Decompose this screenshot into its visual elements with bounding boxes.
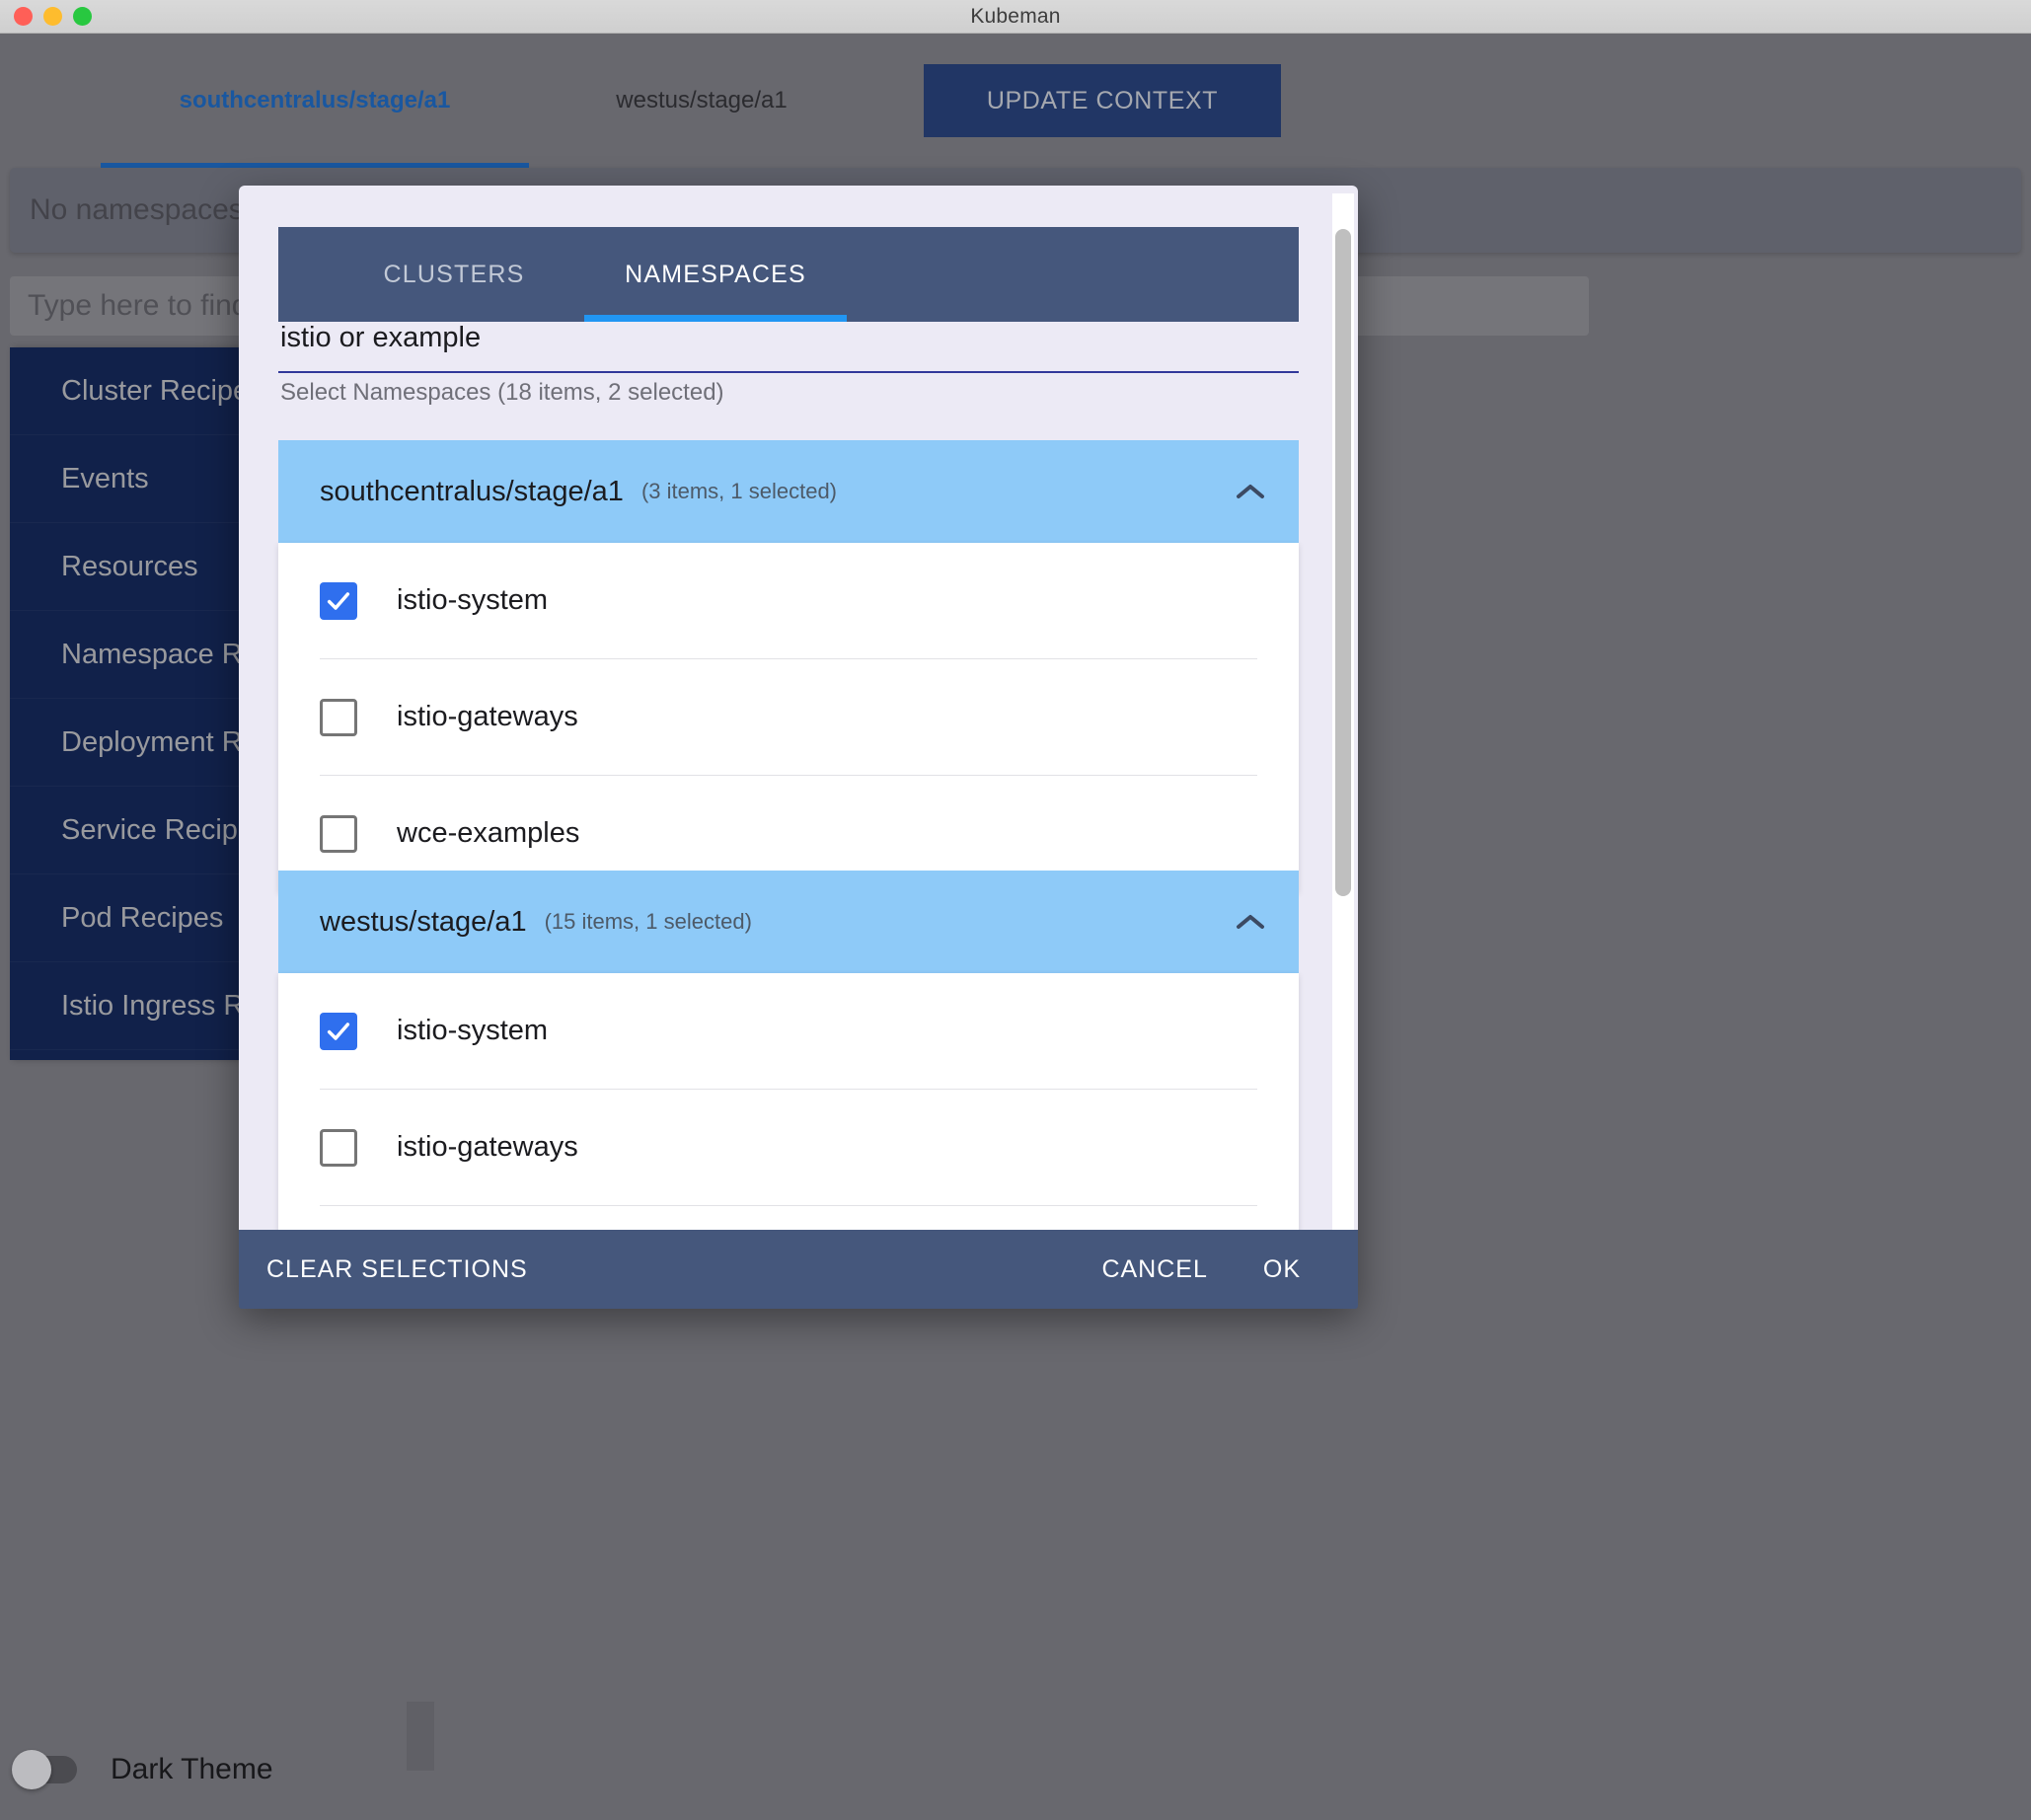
checkbox-unchecked-icon[interactable] xyxy=(320,698,357,736)
tab-namespaces[interactable]: NAMESPACES xyxy=(584,227,847,322)
cluster-group-southcentralus: southcentralus/stage/a1 (3 items, 1 sele… xyxy=(278,440,1299,892)
checkbox-unchecked-icon[interactable] xyxy=(320,1128,357,1167)
switch-knob xyxy=(12,1750,51,1789)
dialog-tab-bar: CLUSTERS NAMESPACES xyxy=(278,227,1299,322)
namespace-label: istio-system xyxy=(397,1015,549,1046)
checkbox-checked-icon[interactable] xyxy=(320,581,357,620)
namespace-row[interactable]: istio-system xyxy=(320,973,1257,1090)
namespace-row[interactable]: istio-system xyxy=(320,543,1257,659)
dark-theme-toggle-row: Dark Theme xyxy=(12,1750,273,1789)
checkbox-unchecked-icon[interactable] xyxy=(320,814,357,853)
chevron-up-icon[interactable] xyxy=(1236,483,1265,500)
group-items: istio-system istio-gateways wce-examples xyxy=(278,543,1299,892)
tab-label: NAMESPACES xyxy=(625,260,806,288)
namespace-selection-dialog: CLUSTERS NAMESPACES Select Namespaces (1… xyxy=(239,186,1358,1305)
namespace-label: istio-gateways xyxy=(397,701,578,732)
window-titlebar: Kubeman xyxy=(0,0,2031,34)
namespace-row[interactable]: istio-gateways xyxy=(320,1090,1257,1206)
ok-button[interactable]: OK xyxy=(1263,1255,1301,1284)
group-title: westus/stage/a1 xyxy=(320,905,527,938)
namespace-label: istio-gateways xyxy=(397,1131,578,1163)
namespace-label: wce-examples xyxy=(397,817,580,849)
clear-selections-button[interactable]: CLEAR SELECTIONS xyxy=(266,1255,528,1284)
namespace-filter-input[interactable] xyxy=(278,312,1299,373)
dialog-action-bar: CLEAR SELECTIONS CANCEL OK xyxy=(239,1230,1358,1309)
dark-theme-label: Dark Theme xyxy=(111,1753,273,1785)
background-strip xyxy=(407,1702,434,1771)
tab-label: CLUSTERS xyxy=(383,260,525,288)
group-header[interactable]: westus/stage/a1 (15 items, 1 selected) xyxy=(278,871,1299,973)
namespace-label: istio-system xyxy=(397,584,549,616)
group-header[interactable]: southcentralus/stage/a1 (3 items, 1 sele… xyxy=(278,440,1299,543)
cancel-button[interactable]: CANCEL xyxy=(1101,1255,1207,1284)
group-title: southcentralus/stage/a1 xyxy=(320,475,624,507)
tab-clusters[interactable]: CLUSTERS xyxy=(324,227,584,322)
selection-hint: Select Namespaces (18 items, 2 selected) xyxy=(280,379,724,406)
namespace-row[interactable]: istio-gateways xyxy=(320,659,1257,776)
dark-theme-switch[interactable] xyxy=(12,1750,77,1789)
window-title: Kubeman xyxy=(970,4,1061,28)
dialog-scrollbar-thumb[interactable] xyxy=(1335,229,1351,896)
group-count: (3 items, 1 selected) xyxy=(640,479,838,503)
checkbox-checked-icon[interactable] xyxy=(320,1012,357,1050)
chevron-up-icon[interactable] xyxy=(1236,913,1265,931)
group-count: (15 items, 1 selected) xyxy=(544,909,752,934)
app-root: southcentralus/stage/a1 westus/stage/a1 … xyxy=(0,34,2031,1820)
